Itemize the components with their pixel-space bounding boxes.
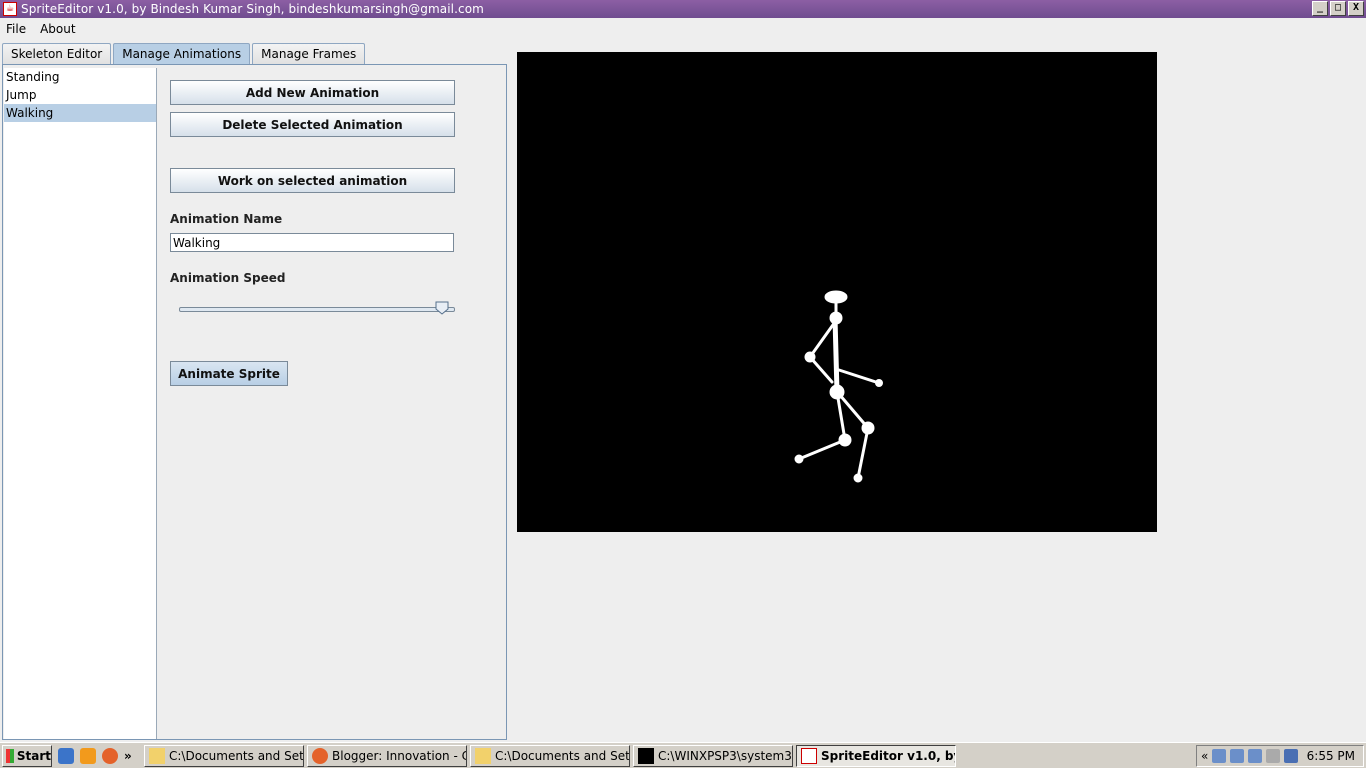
console-icon — [638, 747, 654, 764]
tray-chevron[interactable]: « — [1201, 749, 1208, 763]
close-button[interactable]: X — [1348, 1, 1364, 16]
quick-launch: » — [58, 747, 144, 764]
minimize-button[interactable]: _ — [1312, 1, 1328, 16]
sprite-spine — [832, 315, 840, 395]
display-icon[interactable] — [1230, 749, 1245, 763]
animation-list[interactable]: Standing Jump Walking — [4, 68, 157, 739]
work-on-animation-button[interactable]: Work on selected animation — [170, 168, 455, 193]
taskbar-item-label: SpriteEditor v1.0, by ... — [821, 748, 955, 763]
folder-icon — [475, 747, 491, 764]
firefox-icon — [312, 747, 328, 764]
volume-icon[interactable] — [1284, 749, 1299, 763]
taskbar-item-label: C:\Documents and Settin... — [495, 748, 630, 763]
start-label: Start — [16, 748, 51, 763]
taskbar-item-label: C:\Documents and Settin... — [169, 748, 304, 763]
tab-manage-animations[interactable]: Manage Animations — [113, 43, 251, 64]
menu-file[interactable]: File — [6, 22, 26, 36]
firefox-icon[interactable] — [102, 747, 118, 764]
java-app-icon — [801, 747, 817, 764]
sprite-right-shin — [856, 426, 870, 480]
taskbar-clock: 6:55 PM — [1306, 749, 1355, 763]
quick-launch-overflow[interactable]: » — [124, 749, 132, 763]
sprite-left-shin — [797, 438, 847, 461]
taskbar-item-cmd[interactable]: C:\WINXPSP3\system32... — [633, 744, 793, 767]
delete-animation-button[interactable]: Delete Selected Animation — [170, 112, 455, 137]
list-item[interactable]: Jump — [4, 86, 156, 104]
taskbar-item-label: Blogger: Innovation - Crea... — [332, 748, 466, 763]
tab-manage-frames[interactable]: Manage Frames — [252, 43, 366, 64]
slider-thumb[interactable] — [435, 301, 449, 315]
tab-skeleton-editor[interactable]: Skeleton Editor — [2, 43, 112, 64]
vlc-icon[interactable] — [80, 747, 96, 764]
animation-speed-slider[interactable] — [177, 301, 457, 321]
list-item[interactable]: Walking — [4, 104, 156, 122]
menu-bar: File About — [0, 18, 1366, 40]
system-tray: « 6:55 PM — [1196, 745, 1364, 767]
start-button[interactable]: Start — [2, 744, 52, 767]
manage-animations-panel: Standing Jump Walking Add New Animation … — [2, 64, 507, 740]
taskbar-item-label: C:\WINXPSP3\system32... — [658, 748, 792, 763]
taskbar-item-documents-2[interactable]: C:\Documents and Settin... — [470, 744, 630, 767]
animation-name-label: Animation Name — [170, 212, 283, 226]
ie-icon[interactable] — [58, 747, 74, 764]
window-title-bar[interactable]: ☕ SpriteEditor v1.0, by Bindesh Kumar Si… — [0, 0, 1366, 18]
taskbar-item-spriteeditor[interactable]: SpriteEditor v1.0, by ... — [796, 744, 956, 767]
animate-sprite-button[interactable]: Animate Sprite — [170, 361, 288, 386]
taskbar-item-blogger[interactable]: Blogger: Innovation - Crea... — [307, 744, 467, 767]
menu-about[interactable]: About — [40, 22, 75, 36]
skeleton-sprite — [794, 290, 883, 483]
windows-logo-icon — [6, 748, 14, 763]
taskbar: Start » C:\Documents and Settin... Blogg… — [0, 742, 1366, 768]
monitor-icon[interactable] — [1248, 749, 1263, 763]
sprite-right-arm — [837, 368, 881, 385]
list-item[interactable]: Standing — [4, 68, 156, 86]
animation-name-input[interactable]: Walking — [170, 233, 454, 252]
network-icon[interactable] — [1212, 749, 1227, 763]
animation-speed-label: Animation Speed — [170, 271, 286, 285]
tray-app-icon[interactable] — [1266, 749, 1281, 763]
add-animation-button[interactable]: Add New Animation — [170, 80, 455, 105]
sprite-preview-canvas[interactable] — [517, 52, 1157, 532]
sprite-left-upper-arm — [808, 320, 837, 359]
tab-strip: Skeleton Editor Manage Animations Manage… — [2, 43, 367, 64]
slider-track — [179, 307, 455, 312]
window-title: SpriteEditor v1.0, by Bindesh Kumar Sing… — [21, 2, 484, 16]
java-app-icon: ☕ — [3, 2, 17, 16]
taskbar-item-documents-1[interactable]: C:\Documents and Settin... — [144, 744, 304, 767]
maximize-button[interactable]: □ — [1330, 1, 1346, 16]
folder-icon — [149, 747, 165, 764]
